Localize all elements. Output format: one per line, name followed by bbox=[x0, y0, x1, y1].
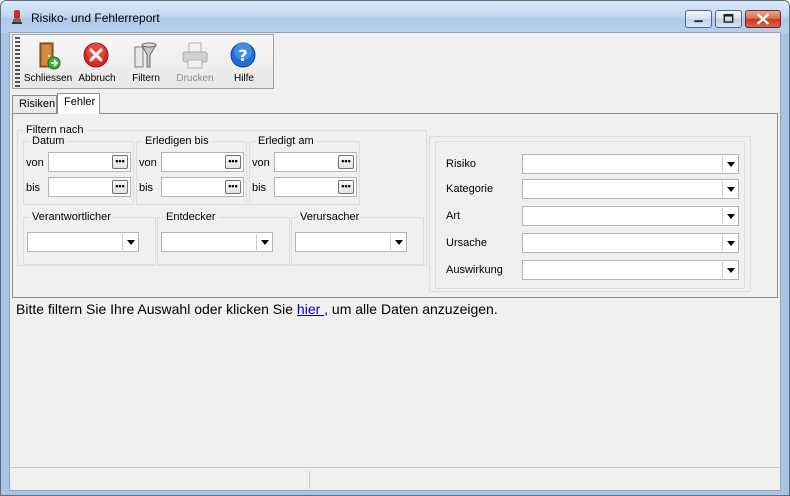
erledigen-bis-to-input[interactable]: ••• bbox=[161, 177, 244, 197]
risiko-label: Risiko bbox=[446, 158, 476, 170]
tab-risiken[interactable]: Risiken bbox=[12, 95, 57, 113]
erledigen-bis-group-title: Erledigen bis bbox=[143, 135, 211, 147]
results-area bbox=[10, 298, 780, 466]
chevron-down-icon[interactable] bbox=[722, 181, 737, 197]
close-window-button[interactable] bbox=[745, 10, 781, 28]
printer-icon bbox=[182, 42, 208, 69]
filter-group: Filtern nach Datum von ••• bis ••• Erled… bbox=[17, 124, 427, 266]
erledigt-am-from-input[interactable]: ••• bbox=[274, 152, 357, 172]
chevron-down-icon[interactable] bbox=[390, 234, 405, 250]
chevron-down-icon[interactable] bbox=[256, 234, 271, 250]
verantwortlicher-group: Verantwortlicher bbox=[23, 211, 156, 265]
abort-icon bbox=[83, 42, 109, 68]
chevron-down-icon[interactable] bbox=[722, 208, 737, 224]
datum-group-title: Datum bbox=[30, 135, 67, 147]
classification-group: Risiko Kategorie Art Ursache Auswirkung bbox=[429, 136, 751, 292]
verursacher-select[interactable] bbox=[295, 232, 407, 252]
maximize-button[interactable] bbox=[715, 10, 742, 28]
app-icon bbox=[12, 10, 22, 24]
datum-to-label: bis bbox=[26, 182, 41, 194]
kategorie-select[interactable] bbox=[522, 179, 739, 199]
auswirkung-select[interactable] bbox=[522, 260, 739, 280]
kategorie-label: Kategorie bbox=[446, 183, 494, 195]
fehler-tab-panel: Filtern nach Datum von ••• bis ••• Erled… bbox=[12, 113, 778, 298]
help-icon: ? bbox=[230, 42, 256, 68]
erledigen-bis-group: Erledigen bis von ••• bis ••• bbox=[136, 135, 247, 205]
erledigen-bis-from-picker-button[interactable]: ••• bbox=[225, 155, 241, 169]
show-all-link[interactable]: hier bbox=[297, 301, 324, 317]
help-button[interactable]: ? Hilfe bbox=[219, 37, 269, 87]
print-button-label: Drucken bbox=[176, 73, 214, 84]
art-label: Art bbox=[446, 210, 461, 222]
entdecker-group: Entdecker bbox=[157, 211, 290, 265]
filter-hint-text-after: , um alle Daten anzuzeigen. bbox=[324, 301, 498, 317]
tab-fehler[interactable]: Fehler bbox=[57, 93, 100, 114]
toolbar-grip[interactable] bbox=[15, 37, 20, 87]
erledigt-am-from-label: von bbox=[252, 157, 270, 169]
art-select[interactable] bbox=[522, 206, 739, 226]
datum-group: Datum von ••• bis ••• bbox=[23, 135, 134, 205]
filter-button-label: Filtern bbox=[132, 73, 160, 84]
datum-to-input[interactable]: ••• bbox=[48, 177, 131, 197]
help-button-label: Hilfe bbox=[233, 73, 254, 84]
auswirkung-label: Auswirkung bbox=[446, 264, 503, 276]
minimize-button[interactable] bbox=[685, 10, 712, 28]
abort-button-label: Abbruch bbox=[78, 73, 116, 84]
chevron-down-icon[interactable] bbox=[722, 262, 737, 278]
minimize-icon bbox=[694, 20, 703, 23]
filter-hint-message: Bitte filtern Sie Ihre Auswahl oder klic… bbox=[16, 301, 498, 317]
erledigt-am-to-input[interactable]: ••• bbox=[274, 177, 357, 197]
verursacher-group: Verursacher bbox=[291, 211, 424, 265]
datum-from-label: von bbox=[26, 157, 44, 169]
client-area: Schliessen Abbruch Filtern Drucken ? Hil… bbox=[9, 32, 781, 491]
status-bar bbox=[10, 467, 780, 490]
erledigen-bis-to-label: bis bbox=[139, 182, 154, 194]
close-button-label: Schliessen bbox=[23, 73, 73, 84]
filter-hint-text-before: Bitte filtern Sie Ihre Auswahl oder klic… bbox=[16, 301, 297, 317]
entdecker-group-title: Entdecker bbox=[164, 211, 218, 223]
entdecker-select[interactable] bbox=[161, 232, 273, 252]
abort-button[interactable]: Abbruch bbox=[72, 37, 122, 87]
chevron-down-icon[interactable] bbox=[122, 234, 137, 250]
datum-to-picker-button[interactable]: ••• bbox=[112, 180, 128, 194]
ursache-select[interactable] bbox=[522, 233, 739, 253]
erledigt-am-group: Erledigt am von ••• bis ••• bbox=[249, 135, 360, 205]
close-button[interactable]: Schliessen bbox=[23, 37, 73, 87]
verantwortlicher-select[interactable] bbox=[27, 232, 139, 252]
window-title: Risiko- und Fehlerreport bbox=[31, 11, 160, 25]
filter-icon bbox=[134, 42, 157, 68]
exit-door-icon bbox=[39, 42, 61, 70]
erledigt-am-group-title: Erledigt am bbox=[256, 135, 316, 147]
erledigen-bis-from-label: von bbox=[139, 157, 157, 169]
svg-text:?: ? bbox=[238, 46, 247, 65]
datum-from-picker-button[interactable]: ••• bbox=[112, 155, 128, 169]
erledigt-am-to-label: bis bbox=[252, 182, 267, 194]
filter-button[interactable]: Filtern bbox=[121, 37, 171, 87]
ursache-label: Ursache bbox=[446, 237, 487, 249]
erledigt-am-to-picker-button[interactable]: ••• bbox=[338, 180, 354, 194]
close-icon bbox=[757, 13, 769, 25]
maximize-icon bbox=[723, 13, 734, 23]
erledigen-bis-from-input[interactable]: ••• bbox=[161, 152, 244, 172]
verursacher-group-title: Verursacher bbox=[298, 211, 362, 223]
erledigt-am-from-picker-button[interactable]: ••• bbox=[338, 155, 354, 169]
status-separator bbox=[309, 471, 310, 489]
verantwortlicher-group-title: Verantwortlicher bbox=[30, 211, 113, 223]
chevron-down-icon[interactable] bbox=[722, 235, 737, 251]
toolbar: Schliessen Abbruch Filtern Drucken ? Hil… bbox=[12, 34, 274, 89]
risiko-select[interactable] bbox=[522, 154, 739, 174]
print-button[interactable]: Drucken bbox=[170, 37, 220, 87]
title-bar[interactable]: Risiko- und Fehlerreport bbox=[1, 1, 789, 33]
erledigen-bis-to-picker-button[interactable]: ••• bbox=[225, 180, 241, 194]
chevron-down-icon[interactable] bbox=[722, 156, 737, 172]
app-window: Risiko- und Fehlerreport Schliessen Abbr… bbox=[0, 0, 790, 496]
datum-from-input[interactable]: ••• bbox=[48, 152, 131, 172]
